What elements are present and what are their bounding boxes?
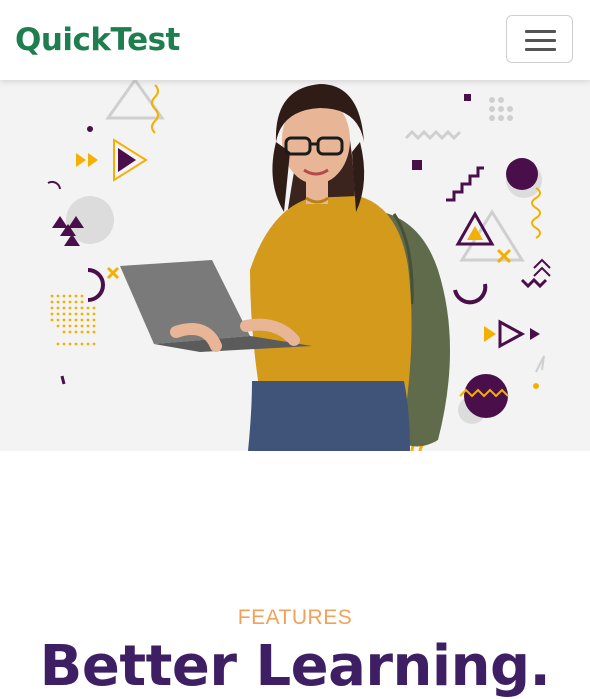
student-figure [120, 84, 450, 451]
hero-image [47, 80, 551, 451]
section-title: Better Learning. [39, 634, 551, 699]
brand-logo[interactable]: QuickTest [15, 20, 180, 60]
features-label: FEATURES [237, 606, 353, 629]
hero-banner [0, 80, 590, 451]
navbar: QuickTest [0, 0, 590, 80]
navbar-toggle-button[interactable] [506, 15, 573, 63]
